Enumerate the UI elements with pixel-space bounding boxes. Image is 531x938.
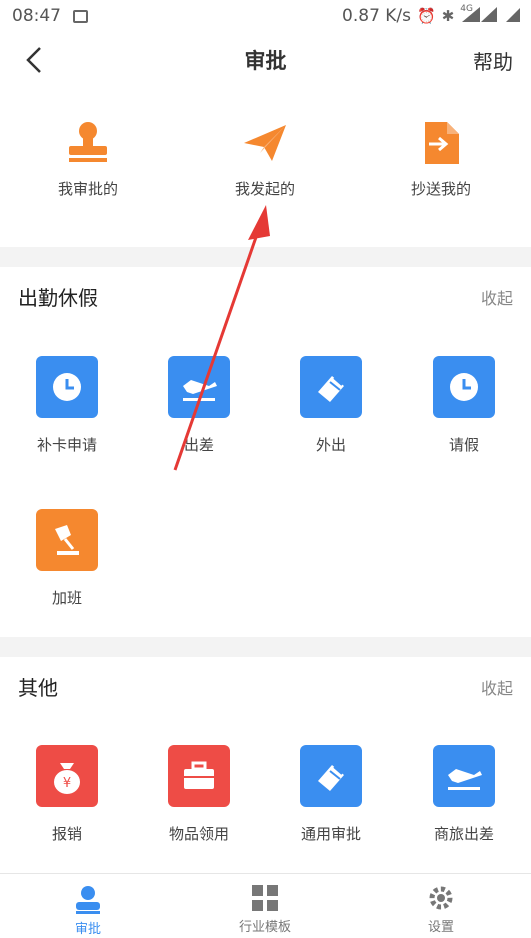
approval-item-overtime[interactable]: 加班 <box>7 509 127 608</box>
clock-icon <box>36 356 98 418</box>
status-right: 0.87 K/s ⏰ ✱ 4G <box>342 4 521 28</box>
item-label: 商旅出差 <box>433 825 494 843</box>
status-time: 08:47 <box>12 6 61 26</box>
tab-label: 设置 <box>427 920 454 935</box>
approval-item-go-out[interactable]: 外出 <box>271 356 391 455</box>
chevron-left-icon <box>26 47 41 73</box>
money-bag-icon: ¥ <box>36 745 98 807</box>
collapse-button[interactable]: 收起 <box>481 285 513 309</box>
toolbox-icon <box>168 745 230 807</box>
stamp-icon <box>63 118 113 168</box>
item-label: 请假 <box>448 436 479 454</box>
network-speed: 0.87 K/s <box>342 6 412 26</box>
approval-item-general[interactable]: 通用审批 <box>271 745 391 844</box>
section-title: 其他 <box>18 676 58 700</box>
page-title: 审批 <box>244 49 287 73</box>
shortcut-label: 抄送我的 <box>410 180 471 198</box>
battery-icon <box>505 5 521 28</box>
section-title: 出勤休假 <box>18 286 98 310</box>
shortcut-label: 我审批的 <box>57 180 118 198</box>
back-button[interactable] <box>20 44 48 76</box>
shortcut-my-approvals[interactable]: 我审批的 <box>23 118 153 199</box>
item-label: 报销 <box>51 825 82 843</box>
shortcut-cc-me[interactable]: 抄送我的 <box>376 118 506 199</box>
approval-shortcuts: 我审批的 我发起的 抄送我的 <box>0 118 531 228</box>
paper-plane-icon <box>240 118 290 168</box>
collapse-button[interactable]: 收起 <box>481 675 513 699</box>
item-label: 出差 <box>183 436 214 454</box>
section-divider <box>0 637 531 657</box>
item-label: 外出 <box>315 436 346 454</box>
other-section-header: 其他 收起 <box>0 658 531 714</box>
lamp-icon <box>36 509 98 571</box>
forward-doc-icon <box>416 118 466 168</box>
shortcut-label: 我发起的 <box>234 180 295 198</box>
approval-item-goods-requisition[interactable]: 物品领用 <box>139 745 259 844</box>
status-bar: 08:47 0.87 K/s ⏰ ✱ 4G <box>0 0 531 32</box>
approval-item-business-trip[interactable]: 出差 <box>139 356 259 455</box>
item-label: 物品领用 <box>168 825 229 843</box>
section-divider <box>0 247 531 267</box>
grid-icon <box>252 885 278 911</box>
eraser-icon <box>300 745 362 807</box>
signal-icon-2 <box>479 5 499 28</box>
tab-label: 行业模板 <box>238 920 291 935</box>
approval-item-card-makeup[interactable]: 补卡申请 <box>7 356 127 455</box>
clock-icon <box>433 356 495 418</box>
plane-icon <box>433 745 495 807</box>
signal-label: 4G <box>460 4 473 14</box>
gear-icon <box>429 886 453 910</box>
bottom-tab-bar: 审批 行业模板 设置 <box>0 873 531 938</box>
eraser-icon <box>300 356 362 418</box>
approval-item-reimbursement[interactable]: ¥ 报销 <box>7 745 127 844</box>
item-label: 加班 <box>51 589 82 607</box>
person-icon <box>76 886 100 914</box>
tab-industry-templates[interactable]: 行业模板 <box>215 884 315 935</box>
plane-icon <box>168 356 230 418</box>
help-button[interactable]: 帮助 <box>473 46 513 75</box>
approval-item-leave[interactable]: 请假 <box>404 356 524 455</box>
shortcut-my-initiated[interactable]: 我发起的 <box>200 118 330 199</box>
item-label: 通用审批 <box>300 825 361 843</box>
attendance-section-header: 出勤休假 收起 <box>0 268 531 324</box>
app-header: 审批 帮助 <box>0 32 531 88</box>
svg-text:¥: ¥ <box>63 776 71 791</box>
item-label: 补卡申请 <box>36 436 97 454</box>
tab-label: 审批 <box>74 922 101 937</box>
tab-approval[interactable]: 审批 <box>38 884 138 937</box>
alarm-icon: ⏰ <box>417 7 436 25</box>
approval-item-business-travel[interactable]: 商旅出差 <box>404 745 524 844</box>
bluetooth-icon: ✱ <box>441 7 455 25</box>
image-icon <box>73 9 88 23</box>
tab-settings[interactable]: 设置 <box>391 884 491 935</box>
